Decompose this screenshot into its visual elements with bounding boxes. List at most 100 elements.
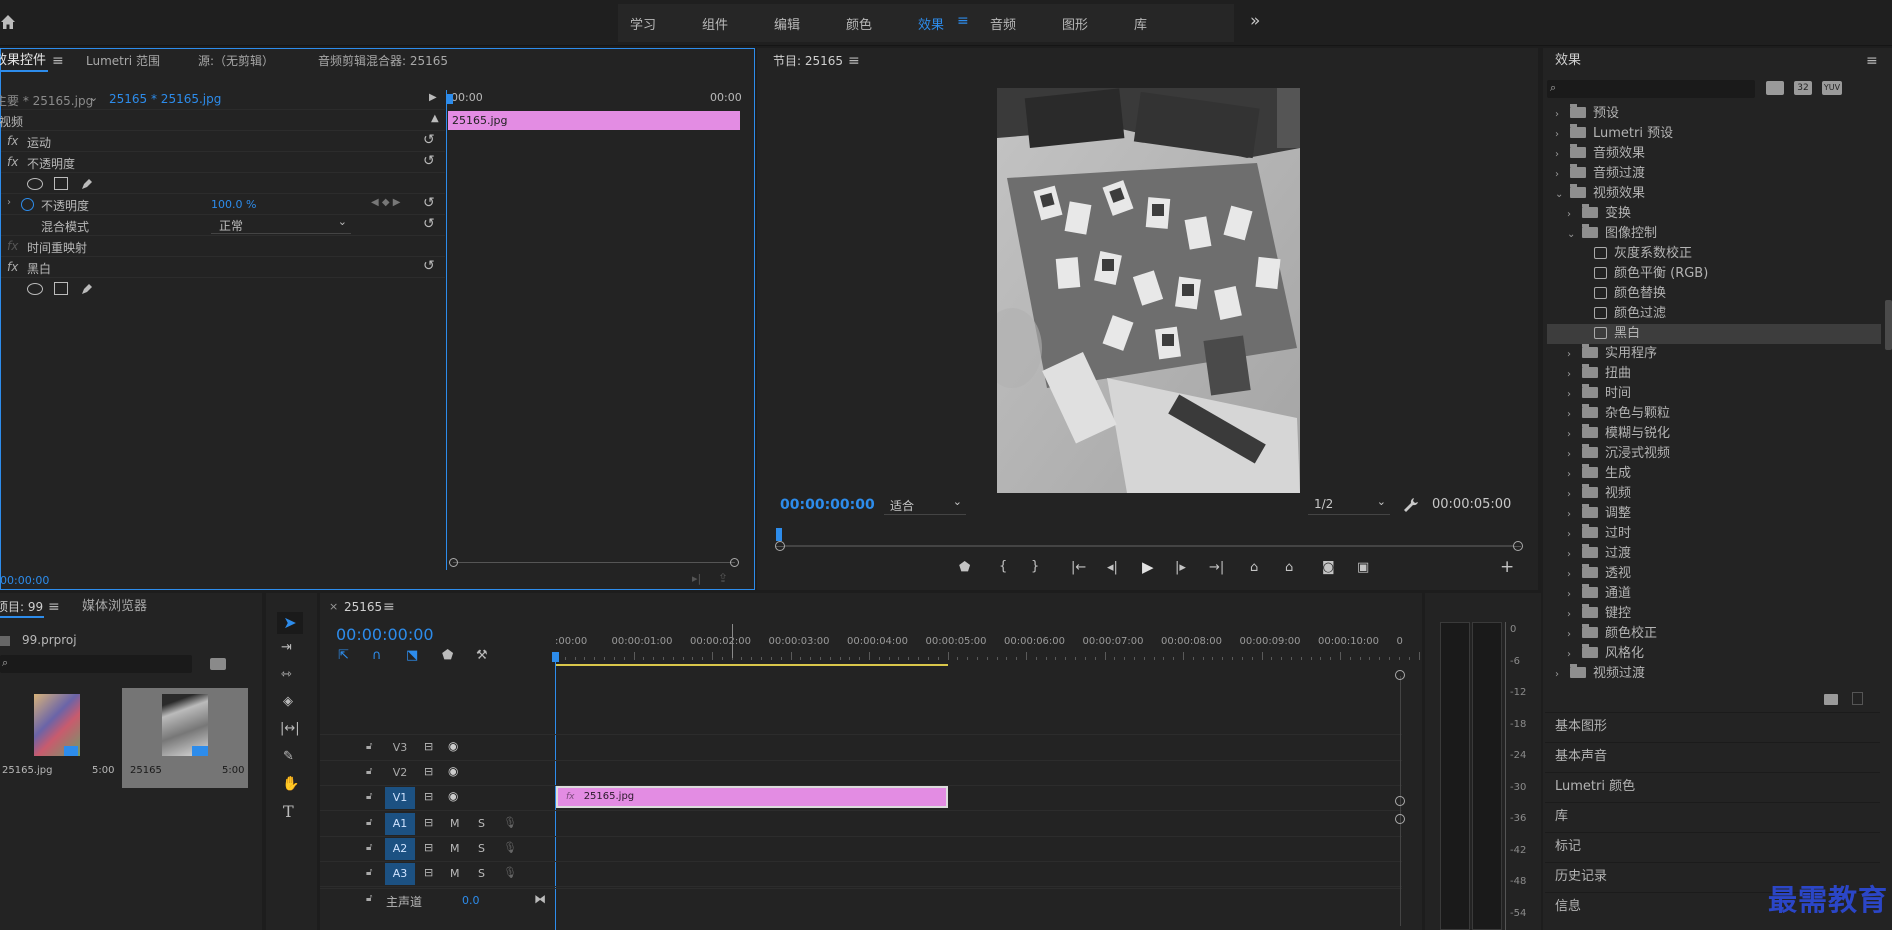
tab-media-browser[interactable]: 媒体浏览器 <box>82 595 147 619</box>
program-zoom-bar[interactable] <box>785 545 1513 547</box>
eye-icon[interactable]: ◉ <box>448 764 458 778</box>
sync-lock-icon[interactable]: ⊟ <box>424 841 433 854</box>
find-icon[interactable] <box>210 658 226 670</box>
timeline-timecode[interactable]: 00:00:00:00 <box>336 625 434 644</box>
effect-folder[interactable]: › 模糊与锐化 <box>1547 424 1881 444</box>
resolution-select[interactable]: 1/2 ⌄ <box>1308 495 1390 515</box>
close-icon[interactable]: × <box>329 600 338 613</box>
chevron-right-icon[interactable]: › <box>1567 625 1577 645</box>
effect-folder[interactable]: › 视频 <box>1547 484 1881 504</box>
reset-icon[interactable]: ↺ <box>423 195 435 211</box>
wrench-icon[interactable] <box>1403 497 1419 513</box>
keyframe-nav-icon[interactable]: ◀ ◆ ▶ <box>371 197 400 208</box>
pen-mask-icon[interactable] <box>79 281 95 297</box>
chevron-right-icon[interactable]: › <box>1567 365 1577 385</box>
chevron-right-icon[interactable]: › <box>1567 585 1577 605</box>
solo-button[interactable]: S <box>478 842 485 855</box>
master-track-value[interactable]: 0.0 <box>462 894 480 907</box>
yuv-effects-icon[interactable]: YUV <box>1822 81 1842 95</box>
chevron-right-icon[interactable]: › <box>1567 385 1577 405</box>
ellipse-mask-icon[interactable] <box>27 178 43 190</box>
chevron-right-icon[interactable]: › <box>1555 105 1565 125</box>
snap-insert-icon[interactable]: ⇱ <box>338 648 349 663</box>
chevron-right-icon[interactable]: › <box>1567 605 1577 625</box>
chevron-right-icon[interactable]: › <box>1567 485 1577 505</box>
mark-in-icon[interactable]: { <box>999 559 1007 574</box>
chevron-right-icon[interactable]: › <box>1567 425 1577 445</box>
expand-arrow-icon[interactable]: › <box>7 197 11 208</box>
workspace-tab-color[interactable]: 颜色 <box>846 14 872 33</box>
play-only-icon[interactable]: ▶ <box>429 92 437 103</box>
ripple-edit-tool-icon[interactable]: ⇿ <box>281 667 292 682</box>
effect-item[interactable]: 颜色平衡 (RGB) <box>1547 264 1881 284</box>
effect-folder[interactable]: ⌄ 图像控制 <box>1547 224 1881 244</box>
effect-item[interactable]: 灰度系数校正 <box>1547 244 1881 264</box>
workspace-overflow-icon[interactable]: » <box>1250 11 1260 31</box>
tab-lumetri-scopes[interactable]: Lumetri 范围 <box>86 49 160 73</box>
timeline-vscroll-handle-mid[interactable] <box>1395 796 1405 806</box>
type-tool-icon[interactable]: T <box>283 802 294 821</box>
delete-icon[interactable] <box>1852 692 1863 705</box>
ec-playhead[interactable] <box>447 94 453 104</box>
opacity-value[interactable]: 100.0 % <box>211 198 256 211</box>
effect-folder[interactable]: › Lumetri 预设 <box>1547 124 1881 144</box>
project-item-image[interactable]: 25165.jpg 5:00 <box>0 688 118 788</box>
track-target-a2[interactable]: A2 <box>385 838 415 860</box>
ellipse-mask-icon[interactable] <box>27 283 43 295</box>
ec-scroll-track[interactable] <box>453 562 735 563</box>
effect-folder[interactable]: › 时间 <box>1547 384 1881 404</box>
stopwatch-icon[interactable] <box>21 198 34 211</box>
effect-folder[interactable]: › 扭曲 <box>1547 364 1881 384</box>
timeline-clip-v1[interactable]: fx 25165.jpg <box>556 786 948 808</box>
effect-row-opacity[interactable]: fx 不透明度 ↺ <box>1 153 445 173</box>
lock-icon[interactable]: 🔓︎ <box>366 842 372 853</box>
project-menu-icon[interactable]: ≡ <box>48 599 60 615</box>
mute-button[interactable]: M <box>450 842 460 855</box>
workspace-tab-learn[interactable]: 学习 <box>630 14 656 33</box>
effects-search-field[interactable]: ⌕ <box>1547 80 1755 98</box>
chevron-right-icon[interactable]: › <box>1567 545 1577 565</box>
chevron-right-icon[interactable]: › <box>1555 165 1565 185</box>
workspace-tab-effects-menu-icon[interactable]: ≡ <box>957 13 969 29</box>
fx-badge-icon[interactable]: fx <box>7 134 18 148</box>
chevron-down-icon[interactable]: ⌄ <box>1567 225 1577 245</box>
effects-menu-icon[interactable]: ≡ <box>1866 53 1878 69</box>
hand-tool-icon[interactable]: ✋ <box>282 776 299 792</box>
reset-icon[interactable]: ↺ <box>423 258 435 274</box>
sync-lock-icon[interactable]: ⊟ <box>424 790 433 803</box>
workspace-tab-effects[interactable]: 效果 <box>918 14 944 33</box>
effect-row-motion[interactable]: fx 运动 ↺ <box>1 132 445 152</box>
program-timecode[interactable]: 00:00:00:00 <box>780 497 875 513</box>
ec-filter-icon[interactable]: ▸| <box>692 572 701 585</box>
fit-select[interactable]: 适合 ⌄ <box>884 495 966 515</box>
effect-folder[interactable]: › 视频过渡 <box>1547 664 1881 684</box>
workspace-tab-audio[interactable]: 音频 <box>990 14 1016 33</box>
effect-row-black-white[interactable]: fx 黑白 ↺ <box>1 258 445 278</box>
effect-folder[interactable]: › 通道 <box>1547 584 1881 604</box>
slip-tool-icon[interactable]: |↔| <box>280 721 300 736</box>
track-target-v3[interactable]: V3 <box>385 737 415 759</box>
effect-folder[interactable]: › 键控 <box>1547 604 1881 624</box>
chevron-right-icon[interactable]: › <box>1567 565 1577 585</box>
effect-folder[interactable]: › 透视 <box>1547 564 1881 584</box>
32bit-effects-icon[interactable]: 32 <box>1794 81 1812 95</box>
mute-button[interactable]: M <box>450 817 460 830</box>
effect-folder[interactable]: › 调整 <box>1547 504 1881 524</box>
timeline-vscroll-handle-low[interactable] <box>1395 814 1405 824</box>
reset-icon[interactable]: ↺ <box>423 153 435 169</box>
snap-magnet-icon[interactable]: ∩ <box>372 648 382 663</box>
lock-icon[interactable]: 🔓︎ <box>366 741 372 752</box>
chevron-right-icon[interactable]: › <box>1555 145 1565 165</box>
fx-badge-icon[interactable]: fx <box>7 155 18 169</box>
effect-folder[interactable]: › 音频效果 <box>1547 144 1881 164</box>
track-select-tool-icon[interactable]: ⇥ <box>281 640 292 655</box>
mute-button[interactable]: M <box>450 867 460 880</box>
mark-out-icon[interactable]: } <box>1031 559 1039 574</box>
track-target-v1[interactable]: V1 <box>385 787 415 809</box>
effect-folder[interactable]: › 过时 <box>1547 524 1881 544</box>
master-clip-label[interactable]: 主要 * 25165.jpg <box>0 92 93 109</box>
track-target-v2[interactable]: V2 <box>385 762 415 784</box>
export-frame-icon[interactable]: ◙ <box>1322 560 1335 575</box>
tab-source[interactable]: 源:（无剪辑） <box>198 49 274 73</box>
extract-icon[interactable]: ⌂ <box>1285 560 1293 575</box>
